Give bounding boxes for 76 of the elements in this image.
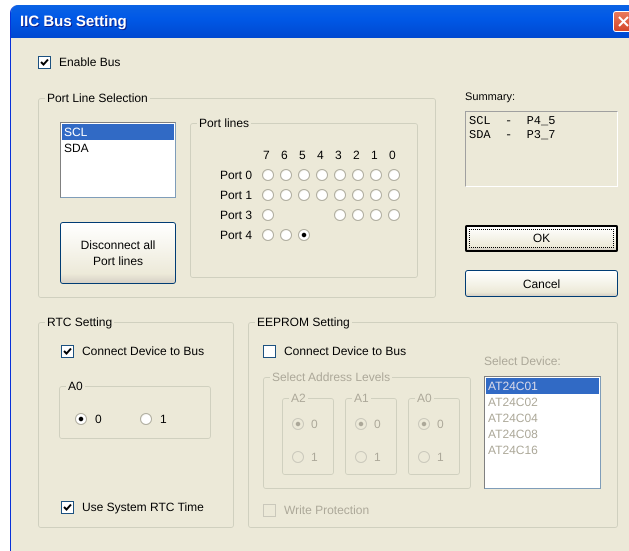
radio-button[interactable] [280,229,292,241]
close-button[interactable] [613,11,629,32]
list-item[interactable]: SDA [62,140,174,156]
radio-button[interactable] [298,169,310,181]
disconnect-button[interactable]: Disconnect all Port lines [60,222,176,284]
radio-button[interactable] [334,169,346,181]
group-title: Port Line Selection [45,91,150,105]
radio-button[interactable] [352,209,364,221]
radio-label: 0 [437,417,444,431]
radio-button[interactable] [334,189,346,201]
radio-label: 1 [437,450,444,464]
summary-line: SCL - P4_5 [469,114,556,128]
radio-button[interactable] [370,169,382,181]
group-title: EEPROM Setting [255,315,352,329]
radio-button[interactable] [262,169,274,181]
radio-label: 0 [374,417,381,431]
checkbox-label: Enable Bus [59,55,120,69]
radio-button[interactable] [262,189,274,201]
group-title: RTC Setting [45,315,114,329]
radio-label: 1 [311,450,318,464]
checkbox[interactable] [263,344,276,358]
radio-label: 0 [311,417,318,431]
radio-button[interactable] [388,169,400,181]
select-device-label: Select Device: [484,354,562,368]
radio-button[interactable] [75,413,87,425]
radio-button[interactable] [334,209,346,221]
summary-label: Summary: [465,90,516,104]
checkbox-label: Use System RTC Time [82,500,204,514]
radio-label: 1 [374,450,381,464]
port-label: Port 0 [220,168,254,182]
bit-label: 7 [262,148,271,162]
radio-button[interactable] [370,209,382,221]
bit-label: 0 [388,148,397,162]
cancel-button[interactable]: Cancel [465,270,618,297]
radio-label: 1 [160,412,167,426]
bit-label: 5 [298,148,307,162]
bit-label: 2 [352,148,361,162]
radio-button[interactable] [298,189,310,201]
bit-label: 4 [316,148,325,162]
radio-button[interactable] [140,413,152,425]
radio-button[interactable] [262,209,274,221]
summary-line: SDA - P3_7 [469,128,556,142]
group-title: Select Address Levels [270,370,392,384]
checkbox[interactable] [61,344,74,358]
radio-button[interactable] [388,209,400,221]
ok-button[interactable]: OK [465,225,618,252]
group-title: A1 [352,391,371,405]
radio-button[interactable] [298,229,310,241]
radio-button[interactable] [352,189,364,201]
radio-button[interactable] [280,169,292,181]
radio-button[interactable] [280,189,292,201]
radio-button[interactable] [370,189,382,201]
close-icon [618,16,629,27]
radio-label: 0 [95,412,102,426]
checkbox[interactable] [61,500,74,514]
port-label: Port 4 [220,228,254,242]
radio-button[interactable] [262,229,274,241]
port-label: Port 1 [220,188,254,202]
bit-label: 3 [334,148,343,162]
checkbox-label: Write Protection [284,503,370,517]
radio-button[interactable] [316,189,328,201]
checkbox[interactable] [38,56,51,68]
bit-label: 1 [370,148,379,162]
window-title: IIC Bus Setting [20,13,127,30]
radio-button[interactable] [352,169,364,181]
list-item[interactable]: SCL [62,124,174,140]
radio-button[interactable] [316,169,328,181]
group-title: A0 [415,391,434,405]
bit-label: 6 [280,148,289,162]
port-label: Port 3 [220,208,254,222]
group-title: A0 [66,379,85,393]
checkbox-label: Connect Device to Bus [82,344,204,358]
group-title: Port lines [197,116,252,130]
checkbox-label: Connect Device to Bus [284,344,406,358]
radio-button[interactable] [388,189,400,201]
group-title: A2 [289,391,308,405]
